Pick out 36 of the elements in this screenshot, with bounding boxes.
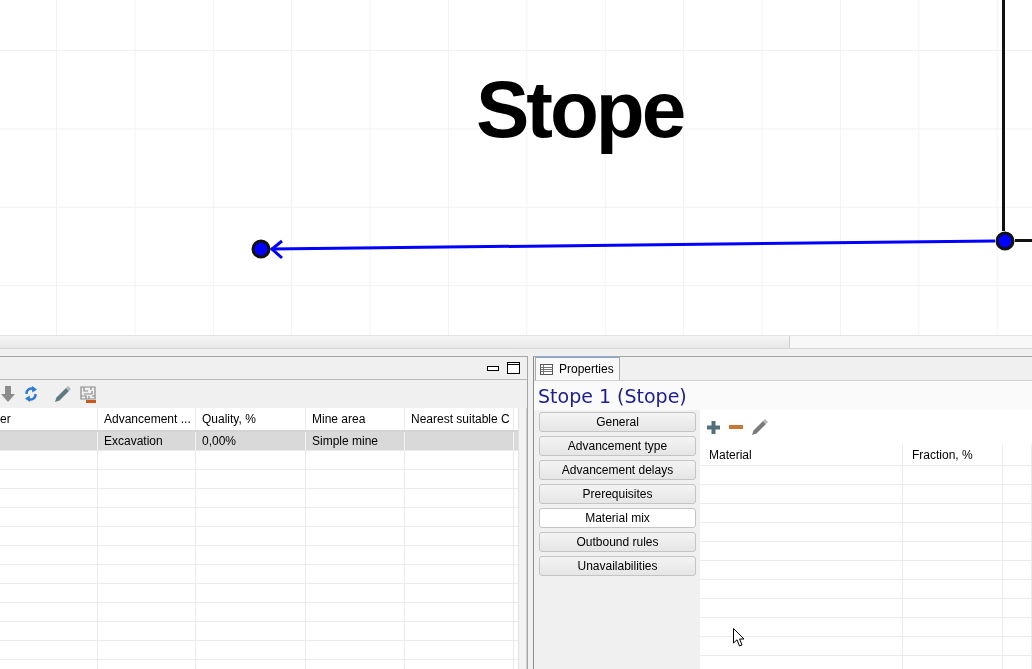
vertical-scrollbar[interactable] <box>518 408 527 669</box>
column-header[interactable]: Advancement ... <box>98 408 196 430</box>
refresh-icon[interactable] <box>24 386 38 402</box>
section-button[interactable]: Material mix <box>539 508 696 528</box>
mouse-cursor-icon <box>733 628 745 647</box>
minimize-icon[interactable] <box>487 365 499 371</box>
section-button[interactable]: Advancement delays <box>539 460 696 480</box>
properties-tab[interactable]: Properties <box>535 357 620 380</box>
arrow-down-icon[interactable] <box>1 386 15 402</box>
column-header[interactable]: Fraction, % <box>903 444 1003 465</box>
table-row[interactable]: Excavation 0,00% Simple mine <box>0 432 518 451</box>
section-button[interactable]: Prerequisites <box>539 484 696 504</box>
table-cell: 0,00% <box>196 432 306 450</box>
section-button[interactable]: Outbound rules <box>539 532 696 552</box>
table-cell: Excavation <box>98 432 196 450</box>
plus-icon[interactable] <box>707 420 720 434</box>
column-header[interactable]: er <box>0 408 98 430</box>
section-button[interactable]: General <box>539 412 696 432</box>
section-button[interactable]: Unavailabilities <box>539 556 696 576</box>
connector-line <box>1015 239 1032 242</box>
object-heading: Stope 1 (Stope) <box>538 384 687 407</box>
column-header[interactable]: Material <box>700 444 903 465</box>
pencil-icon[interactable] <box>55 386 71 402</box>
pencil-icon[interactable] <box>752 419 768 435</box>
table-cell: Simple mine <box>306 432 405 450</box>
column-header[interactable]: Nearest suitable C <box>405 408 514 430</box>
maze-icon[interactable] <box>80 385 96 403</box>
scrollbar-thumb[interactable] <box>0 336 790 348</box>
table-icon <box>540 363 553 375</box>
endpoint-icon <box>995 231 1015 251</box>
column-header[interactable]: Mine area <box>306 408 405 430</box>
column-header[interactable]: Quality, % <box>196 408 306 430</box>
maximize-icon[interactable] <box>507 362 520 374</box>
horizontal-scrollbar[interactable] <box>0 335 1032 349</box>
section-button[interactable]: Advancement type <box>539 436 696 456</box>
endpoint-icon <box>251 239 271 259</box>
